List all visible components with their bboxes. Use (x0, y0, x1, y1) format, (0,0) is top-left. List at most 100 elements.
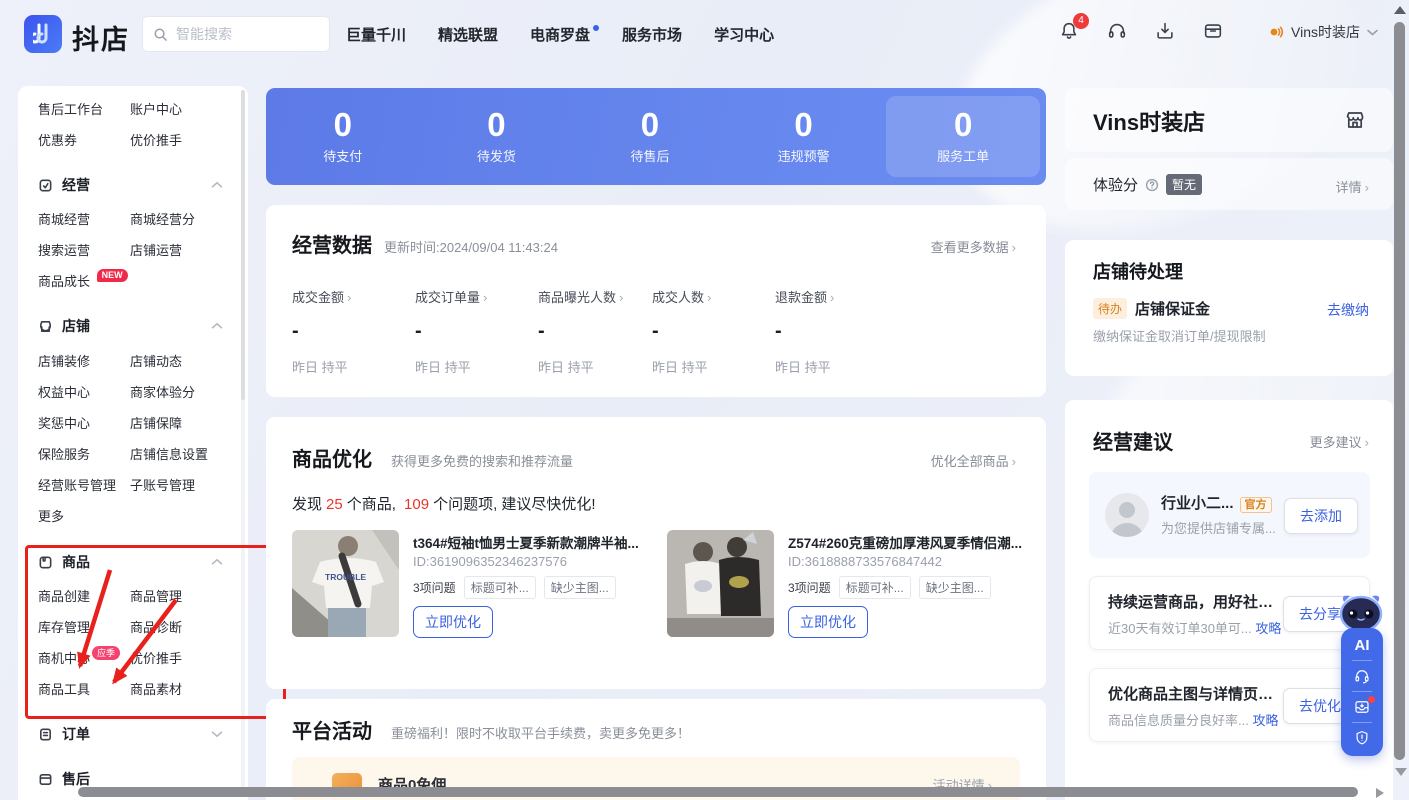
issue-count-label: 3项问题 (413, 579, 456, 596)
sidebar-item-shop-guarantee[interactable]: 店铺保障 (130, 413, 182, 435)
help-icon[interactable] (1145, 178, 1159, 192)
sidebar-section-operation[interactable]: 经营 (38, 174, 90, 196)
nav-learning-center[interactable]: 学习中心 (714, 24, 774, 45)
bell-icon[interactable]: 4 (1058, 20, 1080, 42)
storefront-icon[interactable] (1343, 108, 1367, 132)
issue-tag: 标题可补... (464, 576, 536, 599)
optimize-now-button[interactable]: 立即优化 (788, 606, 868, 638)
workbench-icon[interactable] (1202, 20, 1224, 42)
sidebar-item-rights-center[interactable]: 权益中心 (38, 385, 90, 400)
sidebar-item-subaccount-mgmt[interactable]: 子账号管理 (130, 475, 195, 497)
metric-gmv[interactable]: 成交金额› - 昨日 持平 (292, 287, 351, 376)
sidebar-item-shop-news[interactable]: 店铺动态 (130, 351, 182, 373)
sidebar-item-aftersale-workbench[interactable]: 售后工作台 (38, 102, 103, 117)
sidebar-item-insurance[interactable]: 保险服务 (38, 447, 90, 462)
current-shop-name: Vins时装店 (1291, 22, 1360, 42)
search-icon (153, 27, 168, 42)
sidebar-item-coupon[interactable]: 优惠券 (38, 133, 77, 148)
sidebar-item-search-operation[interactable]: 搜索运营 (38, 243, 90, 258)
sidebar-section-product[interactable]: 商品 (38, 551, 90, 573)
chevron-right-icon: › (1012, 240, 1016, 255)
security-shield-icon[interactable] (1353, 729, 1371, 747)
inbox-icon[interactable] (1353, 698, 1371, 716)
sidebar-item-price-promoter2[interactable]: 优价推手 (130, 648, 182, 670)
ai-assistant-button[interactable]: AI (1355, 637, 1370, 654)
horizontal-scrollbar-right-arrow[interactable] (1376, 788, 1384, 798)
metric-refund[interactable]: 退款金额› - 昨日 持平 (775, 287, 834, 376)
metric-exposure[interactable]: 商品曝光人数› - 昨日 持平 (538, 287, 623, 376)
view-more-data-link[interactable]: 查看更多数据› (931, 237, 1016, 256)
app-logo[interactable] (24, 15, 62, 53)
chevron-right-icon: › (619, 290, 623, 305)
sidebar-item-price-promoter[interactable]: 优价推手 (130, 130, 182, 152)
sidebar-scrollbar-thumb[interactable] (241, 90, 245, 400)
product-section-icon (38, 555, 53, 570)
sidebar-item-product-tools[interactable]: 商品工具 (38, 682, 90, 697)
vertical-scrollbar-up-arrow[interactable] (1394, 6, 1406, 14)
sidebar-item-account-mgmt[interactable]: 经营账号管理 (38, 478, 116, 493)
douyin-shop-logo-icon (33, 23, 53, 45)
issue-item-count: 109 (404, 496, 429, 513)
more-suggestions-link[interactable]: 更多建议› (1310, 432, 1369, 451)
stat-pending-payment[interactable]: 0 待支付 (266, 88, 420, 185)
sidebar-item-mall-operation[interactable]: 商城经营 (38, 212, 90, 227)
vertical-scrollbar-thumb[interactable] (1394, 22, 1405, 760)
sidebar-item-opportunity-center[interactable]: 商机中心 (38, 651, 90, 666)
strategy-link[interactable]: 攻略 (1252, 713, 1278, 728)
sidebar-item-more[interactable]: 更多 (38, 509, 64, 524)
experience-detail-link[interactable]: 详情› (1336, 177, 1369, 196)
sidebar-item-shop-decorate[interactable]: 店铺装修 (38, 354, 90, 369)
expand-icon[interactable] (211, 728, 223, 740)
nav-qianchuan[interactable]: 巨量千川 (346, 24, 406, 45)
shop-status-icon (1268, 24, 1284, 40)
sidebar-item-product-create[interactable]: 商品创建 (38, 589, 90, 604)
product-optimize-title: 商品优化 (292, 443, 372, 472)
collapse-icon[interactable] (211, 556, 223, 568)
add-assistant-button[interactable]: 去添加 (1284, 498, 1358, 534)
shop-switcher[interactable]: Vins时装店 (1268, 22, 1378, 42)
collapse-icon[interactable] (211, 179, 223, 191)
unread-dot (1368, 696, 1375, 703)
sidebar-item-mall-score[interactable]: 商城经营分 (130, 209, 195, 231)
divider (1352, 660, 1372, 661)
product-title[interactable]: Z574#260克重磅加厚港风夏季情侣潮... (788, 532, 1026, 552)
sidebar-section-shop[interactable]: 店铺 (38, 315, 90, 337)
nav-compass[interactable]: 电商罗盘 (530, 24, 590, 45)
metric-buyers[interactable]: 成交人数› - 昨日 持平 (652, 287, 711, 376)
product-title[interactable]: t364#短袖t恤男士夏季新款潮牌半袖... (413, 532, 651, 552)
sidebar-item-shop-operation[interactable]: 店铺运营 (130, 240, 182, 262)
collapse-icon[interactable] (211, 320, 223, 332)
sidebar-item-reward-punish[interactable]: 奖惩中心 (38, 416, 90, 431)
suggestion-title: 持续运营商品，用好社交... (1108, 591, 1278, 612)
stat-pending-shipment[interactable]: 0 待发货 (420, 88, 574, 185)
nav-alliance[interactable]: 精选联盟 (438, 24, 498, 45)
headset-icon[interactable] (1106, 20, 1128, 42)
stat-service-ticket[interactable]: 0 服务工单 (886, 96, 1040, 177)
customer-service-icon[interactable] (1353, 667, 1371, 685)
pay-deposit-link[interactable]: 去缴纳 (1327, 300, 1369, 320)
sidebar-item-stock-manage[interactable]: 库存管理 (38, 620, 90, 635)
sidebar-item-product-material[interactable]: 商品素材 (130, 679, 182, 701)
horizontal-scrollbar-thumb[interactable] (78, 787, 1358, 797)
suggestion-title: 行业小二...官方 (1161, 492, 1272, 513)
sidebar-item-merchant-score[interactable]: 商家体验分 (130, 382, 195, 404)
vertical-scrollbar-down-arrow[interactable] (1395, 768, 1407, 776)
optimize-now-button[interactable]: 立即优化 (413, 606, 493, 638)
stat-pending-aftersale[interactable]: 0 待售后 (573, 88, 727, 185)
sidebar-item-product-growth[interactable]: 商品成长 (38, 274, 90, 289)
metric-orders[interactable]: 成交订单量› - 昨日 持平 (415, 287, 487, 376)
product-image[interactable]: TROUBLE (292, 530, 399, 637)
strategy-link[interactable]: 攻略 (1255, 621, 1281, 636)
sidebar-item-product-diagnose[interactable]: 商品诊断 (130, 617, 182, 639)
sidebar-section-order[interactable]: 订单 (38, 723, 90, 745)
stat-violation-warning[interactable]: 0 违规预警 (727, 88, 881, 185)
sidebar-item-shop-info-settings[interactable]: 店铺信息设置 (130, 444, 208, 466)
product-image[interactable] (667, 530, 774, 637)
nav-service-market[interactable]: 服务市场 (622, 24, 682, 45)
issue-product-count: 25 (326, 496, 343, 513)
search-input[interactable]: 智能搜索 (142, 16, 330, 52)
sidebar-item-account-center[interactable]: 账户中心 (130, 99, 182, 121)
sidebar-item-product-manage[interactable]: 商品管理 (130, 586, 182, 608)
optimize-all-link[interactable]: 优化全部商品› (931, 451, 1016, 470)
download-icon[interactable] (1154, 20, 1176, 42)
